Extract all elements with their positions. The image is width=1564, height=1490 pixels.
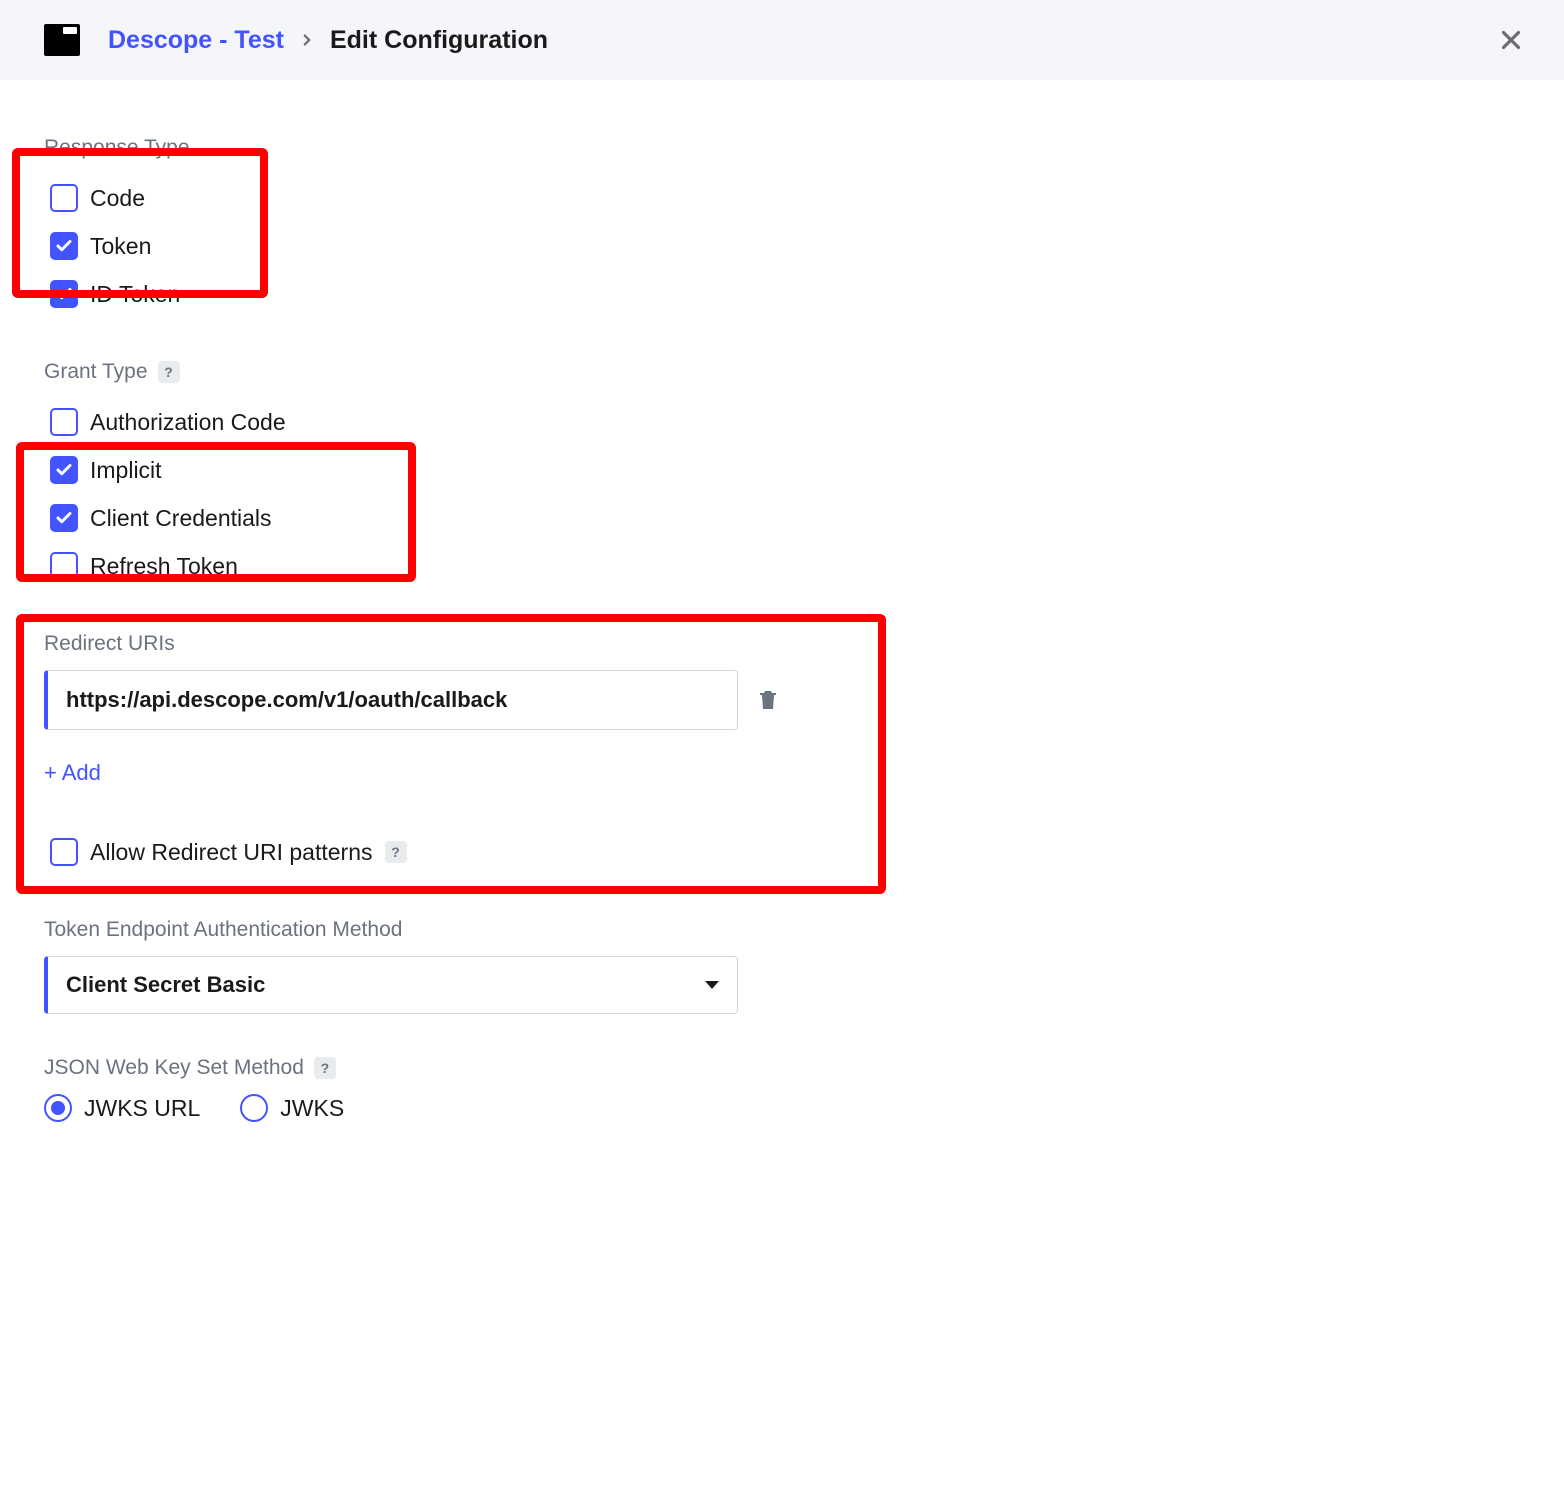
grant-type-label-text: Grant Type xyxy=(44,360,148,384)
allow-patterns-group: Allow Redirect URI patterns ? xyxy=(44,828,1520,876)
help-icon[interactable]: ? xyxy=(314,1057,336,1079)
token-auth-select[interactable]: Client Secret Basic xyxy=(44,956,738,1014)
checkbox-icon xyxy=(50,280,78,308)
breadcrumb-current: Edit Configuration xyxy=(330,26,548,55)
redirect-uri-row xyxy=(44,670,1520,730)
checkbox-implicit[interactable]: Implicit xyxy=(44,446,1520,494)
jwks-label: JSON Web Key Set Method ? xyxy=(44,1056,1520,1080)
redirect-uris-label: Redirect URIs xyxy=(44,632,1520,656)
checkbox-icon xyxy=(50,408,78,436)
token-auth-label: Token Endpoint Authentication Method xyxy=(44,918,1520,942)
checkbox-label: Client Credentials xyxy=(90,505,272,532)
checkbox-icon xyxy=(50,552,78,580)
content-area: Response Type Code Token ID Token Grant … xyxy=(0,80,1564,1224)
radio-jwks-url[interactable]: JWKS URL xyxy=(44,1094,200,1122)
redirect-uris-group: Redirect URIs + Add xyxy=(44,632,1520,786)
radio-icon xyxy=(240,1094,268,1122)
redirect-uri-input[interactable] xyxy=(44,670,738,730)
close-icon[interactable] xyxy=(1496,25,1526,55)
checkbox-icon xyxy=(50,232,78,260)
grant-type-label: Grant Type ? xyxy=(44,360,1520,384)
checkbox-icon xyxy=(50,184,78,212)
checkbox-icon xyxy=(50,838,78,866)
response-type-group: Response Type Code Token ID Token xyxy=(44,136,1520,318)
response-type-label: Response Type xyxy=(44,136,1520,160)
jwks-label-text: JSON Web Key Set Method xyxy=(44,1056,304,1080)
trash-icon[interactable] xyxy=(756,687,780,713)
checkbox-client-credentials[interactable]: Client Credentials xyxy=(44,494,1520,542)
jwks-group: JSON Web Key Set Method ? JWKS URL JWKS xyxy=(44,1056,1520,1122)
checkbox-label: Allow Redirect URI patterns xyxy=(90,839,373,866)
jwks-radio-group: JWKS URL JWKS xyxy=(44,1094,1520,1122)
radio-icon xyxy=(44,1094,72,1122)
checkbox-code[interactable]: Code xyxy=(44,174,1520,222)
checkbox-allow-patterns[interactable]: Allow Redirect URI patterns ? xyxy=(44,828,1520,876)
checkbox-label: Token xyxy=(90,233,151,260)
checkbox-icon xyxy=(50,456,78,484)
help-icon[interactable]: ? xyxy=(158,361,180,383)
radio-label: JWKS URL xyxy=(84,1095,200,1122)
help-icon[interactable]: ? xyxy=(385,841,407,863)
checkbox-label: Implicit xyxy=(90,457,162,484)
checkbox-label: Authorization Code xyxy=(90,409,286,436)
checkbox-label: ID Token xyxy=(90,281,180,308)
breadcrumb-link[interactable]: Descope - Test xyxy=(108,26,284,55)
checkbox-label: Refresh Token xyxy=(90,553,238,580)
token-auth-group: Token Endpoint Authentication Method Cli… xyxy=(44,918,1520,1014)
checkbox-label: Code xyxy=(90,185,145,212)
checkbox-token[interactable]: Token xyxy=(44,222,1520,270)
add-redirect-uri[interactable]: + Add xyxy=(44,760,101,786)
checkbox-refresh-token[interactable]: Refresh Token xyxy=(44,542,1520,590)
radio-jwks[interactable]: JWKS xyxy=(240,1094,344,1122)
chevron-down-icon xyxy=(705,981,719,989)
checkbox-id-token[interactable]: ID Token xyxy=(44,270,1520,318)
app-icon xyxy=(44,24,80,56)
header-bar: Descope - Test Edit Configuration xyxy=(0,0,1564,80)
grant-type-group: Grant Type ? Authorization Code Implicit… xyxy=(44,360,1520,590)
chevron-right-icon xyxy=(298,31,316,49)
select-value: Client Secret Basic xyxy=(66,972,265,998)
checkbox-icon xyxy=(50,504,78,532)
checkbox-auth-code[interactable]: Authorization Code xyxy=(44,398,1520,446)
radio-label: JWKS xyxy=(280,1095,344,1122)
